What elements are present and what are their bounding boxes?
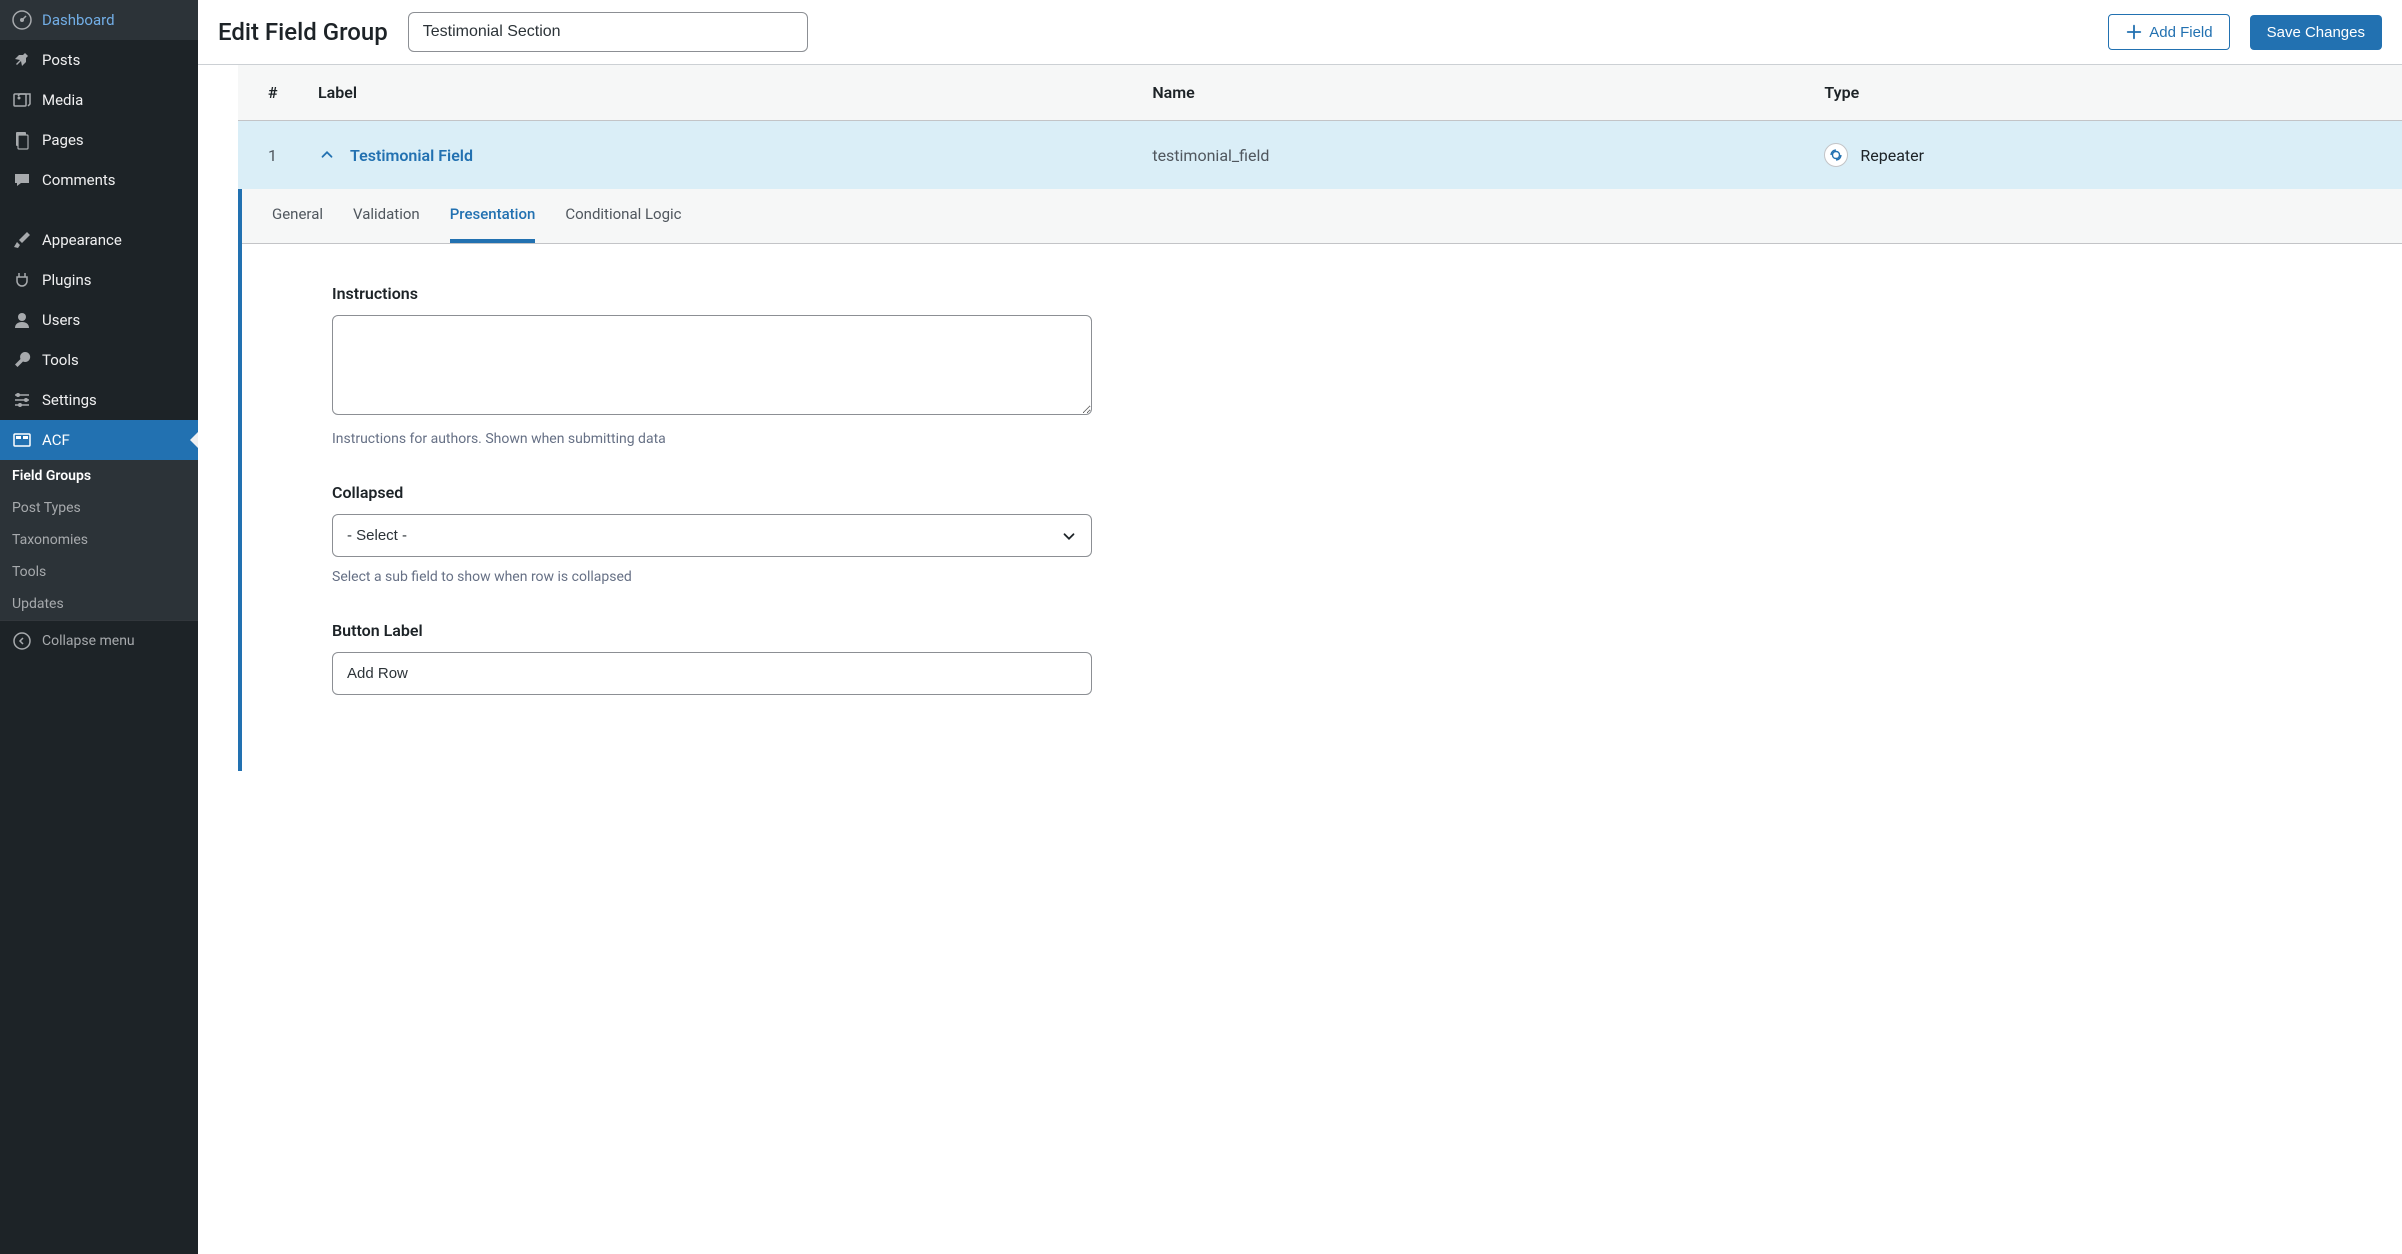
menu-label: Comments: [42, 171, 116, 189]
collapse-icon: [12, 631, 32, 651]
menu-label: Users: [42, 311, 80, 329]
submenu-tools[interactable]: Tools: [0, 556, 198, 588]
add-field-button[interactable]: Add Field: [2108, 14, 2229, 50]
tab-conditional-logic[interactable]: Conditional Logic: [565, 189, 681, 243]
settings-panel: Instructions Instructions for authors. S…: [242, 244, 1442, 771]
menu-label: Tools: [42, 351, 79, 369]
menu-label: ACF: [42, 431, 70, 449]
menu-label: Dashboard: [42, 11, 115, 29]
menu-appearance[interactable]: Appearance: [0, 220, 198, 260]
sliders-icon: [12, 390, 32, 410]
instructions-label: Instructions: [332, 284, 1092, 303]
pin-icon: [12, 50, 32, 70]
menu-label: Appearance: [42, 231, 122, 249]
tab-presentation[interactable]: Presentation: [450, 189, 536, 243]
col-type: Type: [1804, 65, 2402, 121]
setting-collapsed: Collapsed - Select - Select a sub field …: [332, 483, 1092, 585]
submenu-acf: Field Groups Post Types Taxonomies Tools…: [0, 460, 198, 620]
acf-icon: [12, 430, 32, 450]
repeater-icon: [1824, 143, 1848, 167]
page-icon: [12, 130, 32, 150]
menu-dashboard[interactable]: Dashboard: [0, 0, 198, 40]
submenu-updates[interactable]: Updates: [0, 588, 198, 620]
brush-icon: [12, 230, 32, 250]
collapse-row-icon[interactable]: [318, 146, 336, 164]
menu-plugins[interactable]: Plugins: [0, 260, 198, 300]
wrench-icon: [12, 350, 32, 370]
col-num: #: [238, 65, 298, 121]
group-name-input[interactable]: [408, 12, 808, 52]
tab-general[interactable]: General: [272, 189, 323, 243]
dashboard-icon: [12, 10, 32, 30]
col-name: Name: [1132, 65, 1804, 121]
collapsed-select[interactable]: - Select -: [332, 514, 1092, 557]
admin-sidebar: Dashboard Posts Media Pages Comments App…: [0, 0, 198, 1254]
user-icon: [12, 310, 32, 330]
collapsed-help: Select a sub field to show when row is c…: [332, 569, 1092, 585]
menu-media[interactable]: Media: [0, 80, 198, 120]
menu-label: Pages: [42, 131, 84, 149]
field-type: Repeater: [1860, 146, 1924, 165]
collapse-label: Collapse menu: [42, 633, 135, 649]
fields-table: # Label Name Type 1 Testimonial Field: [238, 65, 2402, 189]
menu-label: Media: [42, 91, 83, 109]
submenu-post-types[interactable]: Post Types: [0, 492, 198, 524]
menu-tools[interactable]: Tools: [0, 340, 198, 380]
menu-pages[interactable]: Pages: [0, 120, 198, 160]
row-number: 1: [238, 121, 298, 190]
save-button[interactable]: Save Changes: [2250, 15, 2382, 50]
menu-posts[interactable]: Posts: [0, 40, 198, 80]
submenu-field-groups[interactable]: Field Groups: [0, 460, 198, 492]
comment-icon: [12, 170, 32, 190]
main-content: Edit Field Group Add Field Save Changes …: [198, 0, 2402, 1254]
menu-label: Plugins: [42, 271, 91, 289]
button-label-input[interactable]: [332, 652, 1092, 695]
setting-instructions: Instructions Instructions for authors. S…: [332, 284, 1092, 447]
instructions-input[interactable]: [332, 315, 1092, 415]
field-name: testimonial_field: [1132, 121, 1804, 190]
save-label: Save Changes: [2267, 24, 2365, 41]
setting-button-label: Button Label: [332, 621, 1092, 695]
button-label-label: Button Label: [332, 621, 1092, 640]
menu-label: Settings: [42, 391, 97, 409]
collapsed-label: Collapsed: [332, 483, 1092, 502]
tab-validation[interactable]: Validation: [353, 189, 420, 243]
menu-users[interactable]: Users: [0, 300, 198, 340]
field-label[interactable]: Testimonial Field: [350, 146, 473, 165]
menu-comments[interactable]: Comments: [0, 160, 198, 200]
media-icon: [12, 90, 32, 110]
page-title: Edit Field Group: [218, 18, 388, 46]
menu-settings[interactable]: Settings: [0, 380, 198, 420]
plus-icon: [2125, 23, 2143, 41]
collapse-menu[interactable]: Collapse menu: [0, 620, 198, 661]
settings-tabs: General Validation Presentation Conditio…: [242, 189, 2402, 244]
menu-label: Posts: [42, 51, 80, 69]
add-field-label: Add Field: [2149, 24, 2212, 41]
plug-icon: [12, 270, 32, 290]
submenu-taxonomies[interactable]: Taxonomies: [0, 524, 198, 556]
instructions-help: Instructions for authors. Shown when sub…: [332, 431, 1092, 447]
menu-acf[interactable]: ACF: [0, 420, 198, 460]
topbar: Edit Field Group Add Field Save Changes: [198, 0, 2402, 65]
col-label: Label: [298, 65, 1132, 121]
field-row[interactable]: 1 Testimonial Field testimonial_field: [238, 121, 2402, 190]
